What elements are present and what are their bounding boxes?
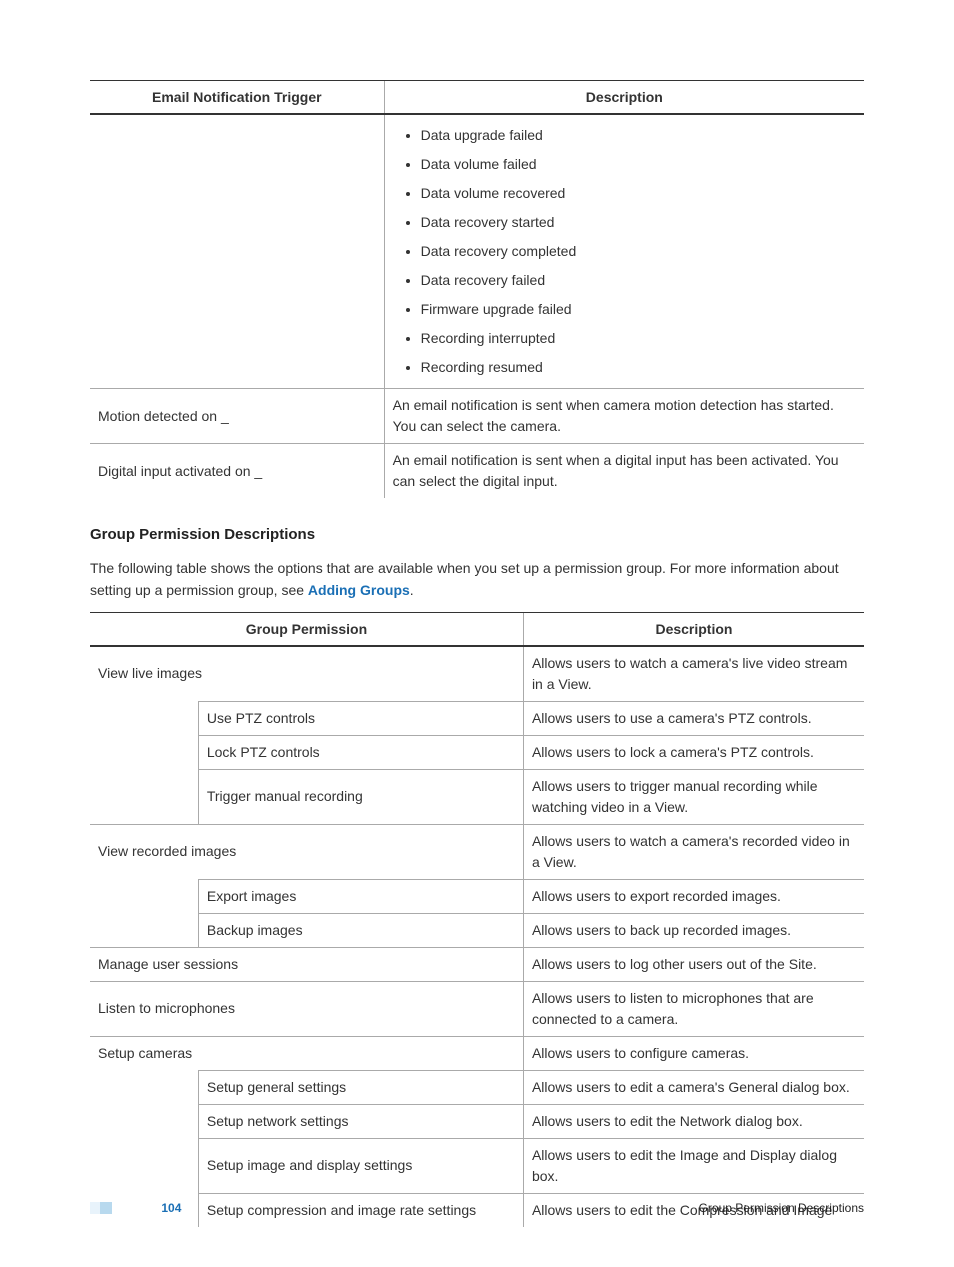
- table-row: Digital input activated on _ An email no…: [90, 444, 864, 499]
- list-item: Data recovery started: [421, 208, 856, 237]
- indent-cell: [90, 769, 198, 824]
- list-item: Recording interrupted: [421, 324, 856, 353]
- permission-cell: Export images: [198, 879, 523, 913]
- list-item: Data upgrade failed: [421, 121, 856, 150]
- table-row: View live imagesAllows users to watch a …: [90, 646, 864, 702]
- permission-cell: Lock PTZ controls: [198, 735, 523, 769]
- table1-header-trigger: Email Notification Trigger: [90, 81, 384, 115]
- trigger-bullet-list: Data upgrade failed Data volume failed D…: [393, 121, 856, 382]
- para-text-before: The following table shows the options th…: [90, 560, 839, 598]
- permission-cell: View recorded images: [90, 824, 523, 879]
- permission-cell: Setup network settings: [198, 1104, 523, 1138]
- trigger-cell: Motion detected on _: [90, 389, 384, 444]
- indent-cell: [90, 701, 198, 735]
- description-cell: Allows users to edit the Network dialog …: [523, 1104, 864, 1138]
- table2-header-permission: Group Permission: [90, 612, 523, 646]
- page-number: 104: [161, 1201, 181, 1215]
- indent-cell: [90, 735, 198, 769]
- list-item: Data recovery failed: [421, 266, 856, 295]
- description-cell: An email notification is sent when camer…: [384, 389, 864, 444]
- list-item: Data volume recovered: [421, 179, 856, 208]
- page-footer: 104 Group Permission Descriptions: [90, 1201, 864, 1216]
- section-heading: Group Permission Descriptions: [90, 526, 864, 543]
- permission-cell: Use PTZ controls: [198, 701, 523, 735]
- list-item: Firmware upgrade failed: [421, 295, 856, 324]
- trigger-cell: Digital input activated on _: [90, 444, 384, 499]
- description-cell: Allows users to lock a camera's PTZ cont…: [523, 735, 864, 769]
- table-row: Setup general settingsAllows users to ed…: [90, 1070, 864, 1104]
- indent-cell: [90, 879, 198, 913]
- permission-cell: Setup cameras: [90, 1036, 523, 1070]
- permission-cell: Backup images: [198, 913, 523, 947]
- table-row: Backup imagesAllows users to back up rec…: [90, 913, 864, 947]
- table-row: Export imagesAllows users to export reco…: [90, 879, 864, 913]
- indent-cell: [90, 1070, 198, 1104]
- permission-cell: Manage user sessions: [90, 947, 523, 981]
- table-row: Lock PTZ controlsAllows users to lock a …: [90, 735, 864, 769]
- list-item: Recording resumed: [421, 353, 856, 382]
- description-cell: Allows users to log other users out of t…: [523, 947, 864, 981]
- description-cell: Allows users to configure cameras.: [523, 1036, 864, 1070]
- description-cell: Allows users to use a camera's PTZ contr…: [523, 701, 864, 735]
- table1-header-description: Description: [384, 81, 864, 115]
- footer-logo-icon: [90, 1202, 110, 1217]
- description-cell: Allows users to watch a camera's live vi…: [523, 646, 864, 702]
- para-text-after: .: [410, 582, 414, 598]
- description-cell: Allows users to export recorded images.: [523, 879, 864, 913]
- permission-cell: Setup image and display settings: [198, 1138, 523, 1193]
- table-row: Setup network settingsAllows users to ed…: [90, 1104, 864, 1138]
- indent-cell: [90, 1138, 198, 1193]
- table-row: Listen to microphonesAllows users to lis…: [90, 981, 864, 1036]
- email-notification-table: Email Notification Trigger Description D…: [90, 80, 864, 498]
- table-row: View recorded imagesAllows users to watc…: [90, 824, 864, 879]
- table-row: Trigger manual recordingAllows users to …: [90, 769, 864, 824]
- group-permission-table: Group Permission Description View live i…: [90, 612, 864, 1227]
- description-cell: An email notification is sent when a dig…: [384, 444, 864, 499]
- permission-cell: View live images: [90, 646, 523, 702]
- permission-cell: Listen to microphones: [90, 981, 523, 1036]
- indent-cell: [90, 913, 198, 947]
- table2-header-description: Description: [523, 612, 864, 646]
- list-item: Data volume failed: [421, 150, 856, 179]
- table-row: Manage user sessionsAllows users to log …: [90, 947, 864, 981]
- description-cell: Allows users to back up recorded images.: [523, 913, 864, 947]
- adding-groups-link[interactable]: Adding Groups: [308, 582, 410, 598]
- permission-cell: Trigger manual recording: [198, 769, 523, 824]
- indent-cell: [90, 1104, 198, 1138]
- table-row: Motion detected on _ An email notificati…: [90, 389, 864, 444]
- list-item: Data recovery completed: [421, 237, 856, 266]
- table-row: Data upgrade failed Data volume failed D…: [90, 114, 864, 389]
- section-paragraph: The following table shows the options th…: [90, 557, 864, 602]
- table-row: Use PTZ controlsAllows users to use a ca…: [90, 701, 864, 735]
- footer-right-text: Group Permission Descriptions: [699, 1201, 864, 1215]
- description-cell: Allows users to trigger manual recording…: [523, 769, 864, 824]
- table-row: Setup camerasAllows users to configure c…: [90, 1036, 864, 1070]
- description-cell: Allows users to listen to microphones th…: [523, 981, 864, 1036]
- permission-cell: Setup general settings: [198, 1070, 523, 1104]
- table-row: Setup image and display settingsAllows u…: [90, 1138, 864, 1193]
- description-cell: Allows users to edit the Image and Displ…: [523, 1138, 864, 1193]
- description-cell: Allows users to watch a camera's recorde…: [523, 824, 864, 879]
- description-cell: Allows users to edit a camera's General …: [523, 1070, 864, 1104]
